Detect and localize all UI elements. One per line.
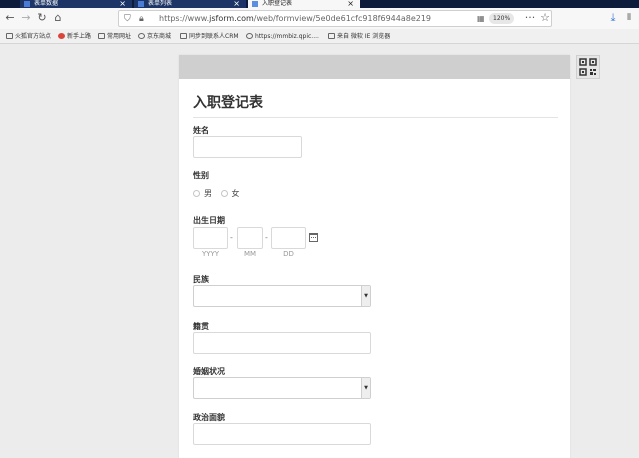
library-icon[interactable]: ⫴	[622, 11, 636, 25]
bookmark-item[interactable]: 同步到联系人CRM	[180, 29, 239, 44]
download-icon[interactable]: ⤓	[606, 11, 620, 25]
gender-option-male[interactable]: 男	[193, 188, 212, 199]
political-status-label: 政治面貌	[193, 413, 225, 422]
folder-icon	[98, 33, 105, 39]
radio-button[interactable]	[220, 190, 228, 197]
shield-icon[interactable]: ⛉	[124, 12, 131, 26]
radio-button[interactable]	[193, 190, 200, 197]
form-title: 入职登记表	[193, 95, 263, 111]
birth-month-input[interactable]	[237, 227, 263, 249]
qr-code-button[interactable]	[576, 55, 600, 79]
date-separator: -	[265, 233, 268, 242]
date-separator: -	[230, 233, 233, 242]
url-text[interactable]: https://www.jsform.com/web/formview/5e0d…	[159, 11, 431, 26]
name-input[interactable]	[193, 136, 302, 158]
firefox-icon	[58, 33, 65, 39]
qr-code-icon[interactable]: ▦	[477, 12, 485, 26]
tab-label: 入职登记表	[262, 0, 293, 7]
form-header-banner	[179, 55, 570, 79]
bookmark-item[interactable]: https://mmbiz.qpic....	[246, 29, 319, 44]
title-divider	[193, 117, 558, 118]
form-card: 入职登记表 姓名 性别 男 女 出生日期 - - YYYY MM DD 民族 ▼…	[179, 55, 570, 458]
birth-date-label: 出生日期	[193, 216, 225, 225]
nav-toolbar: ← → ↻ ⌂ ⛉ 🔒︎ https://www.jsform.com/web/…	[0, 8, 639, 29]
bookmark-item[interactable]: 常用网址	[98, 29, 131, 44]
calendar-icon[interactable]	[309, 233, 318, 242]
tab-form-list[interactable]: 表单列表 ×	[134, 0, 246, 8]
back-icon[interactable]: ←	[3, 11, 17, 25]
bookmarks-toolbar: 火狐官方站点 新手上路 常用网址 京东商城 同步到联系人CRM https://…	[0, 29, 639, 44]
folder-icon	[6, 33, 13, 39]
bookmark-star-icon[interactable]: ☆	[538, 11, 552, 25]
gender-option-female[interactable]: 女	[220, 188, 240, 199]
bookmark-item[interactable]: 火狐官方站点	[6, 29, 51, 44]
native-place-label: 籍贯	[193, 322, 209, 331]
page-actions-icon[interactable]: ···	[523, 11, 537, 25]
tab-favicon-icon	[252, 1, 258, 7]
tab-label: 表单数据	[34, 0, 59, 7]
globe-icon	[138, 33, 145, 39]
qr-code-icon	[579, 58, 597, 76]
folder-icon	[328, 33, 335, 39]
url-bar[interactable]: ⛉ 🔒︎ https://www.jsform.com/web/formview…	[118, 10, 552, 27]
month-hint: MM	[243, 250, 257, 258]
globe-icon	[246, 33, 253, 39]
chevron-down-icon[interactable]: ▼	[361, 286, 370, 306]
tab-form-data[interactable]: 表单数据 ×	[20, 0, 132, 8]
forward-icon[interactable]: →	[19, 11, 33, 25]
chevron-down-icon[interactable]: ▼	[361, 378, 370, 398]
close-icon[interactable]: ×	[347, 0, 354, 8]
marital-status-label: 婚姻状况	[193, 367, 225, 376]
bookmark-item[interactable]: 京东商城	[138, 29, 171, 44]
tab-favicon-icon	[24, 1, 30, 7]
close-icon[interactable]: ×	[233, 0, 240, 8]
gender-label: 性别	[193, 171, 209, 180]
bookmark-item[interactable]: 新手上路	[58, 29, 91, 44]
tab-label: 表单列表	[148, 0, 173, 7]
page-icon	[180, 33, 187, 39]
tab-favicon-icon	[138, 1, 144, 7]
tab-strip: 表单数据 × 表单列表 × 入职登记表 ×	[0, 0, 639, 8]
tab-onboarding-form[interactable]: 入职登记表 ×	[248, 0, 360, 8]
ethnicity-select[interactable]: ▼	[193, 285, 371, 307]
home-icon[interactable]: ⌂	[51, 11, 65, 25]
birth-year-input[interactable]	[193, 227, 228, 249]
birth-day-input[interactable]	[271, 227, 306, 249]
lock-icon[interactable]: 🔒︎	[139, 12, 144, 26]
native-place-input[interactable]	[193, 332, 371, 354]
close-icon[interactable]: ×	[119, 0, 126, 8]
name-label: 姓名	[193, 126, 209, 135]
bookmark-item[interactable]: 来自 微软 IE 浏览器	[328, 29, 390, 44]
political-status-input[interactable]	[193, 423, 371, 445]
reload-icon[interactable]: ↻	[35, 11, 49, 25]
day-hint: DD	[283, 250, 294, 258]
year-hint: YYYY	[201, 250, 220, 258]
gender-radio-group: 男 女	[193, 188, 246, 199]
ethnicity-label: 民族	[193, 275, 209, 284]
zoom-level[interactable]: 120%	[489, 13, 515, 24]
marital-status-select[interactable]: ▼	[193, 377, 371, 399]
